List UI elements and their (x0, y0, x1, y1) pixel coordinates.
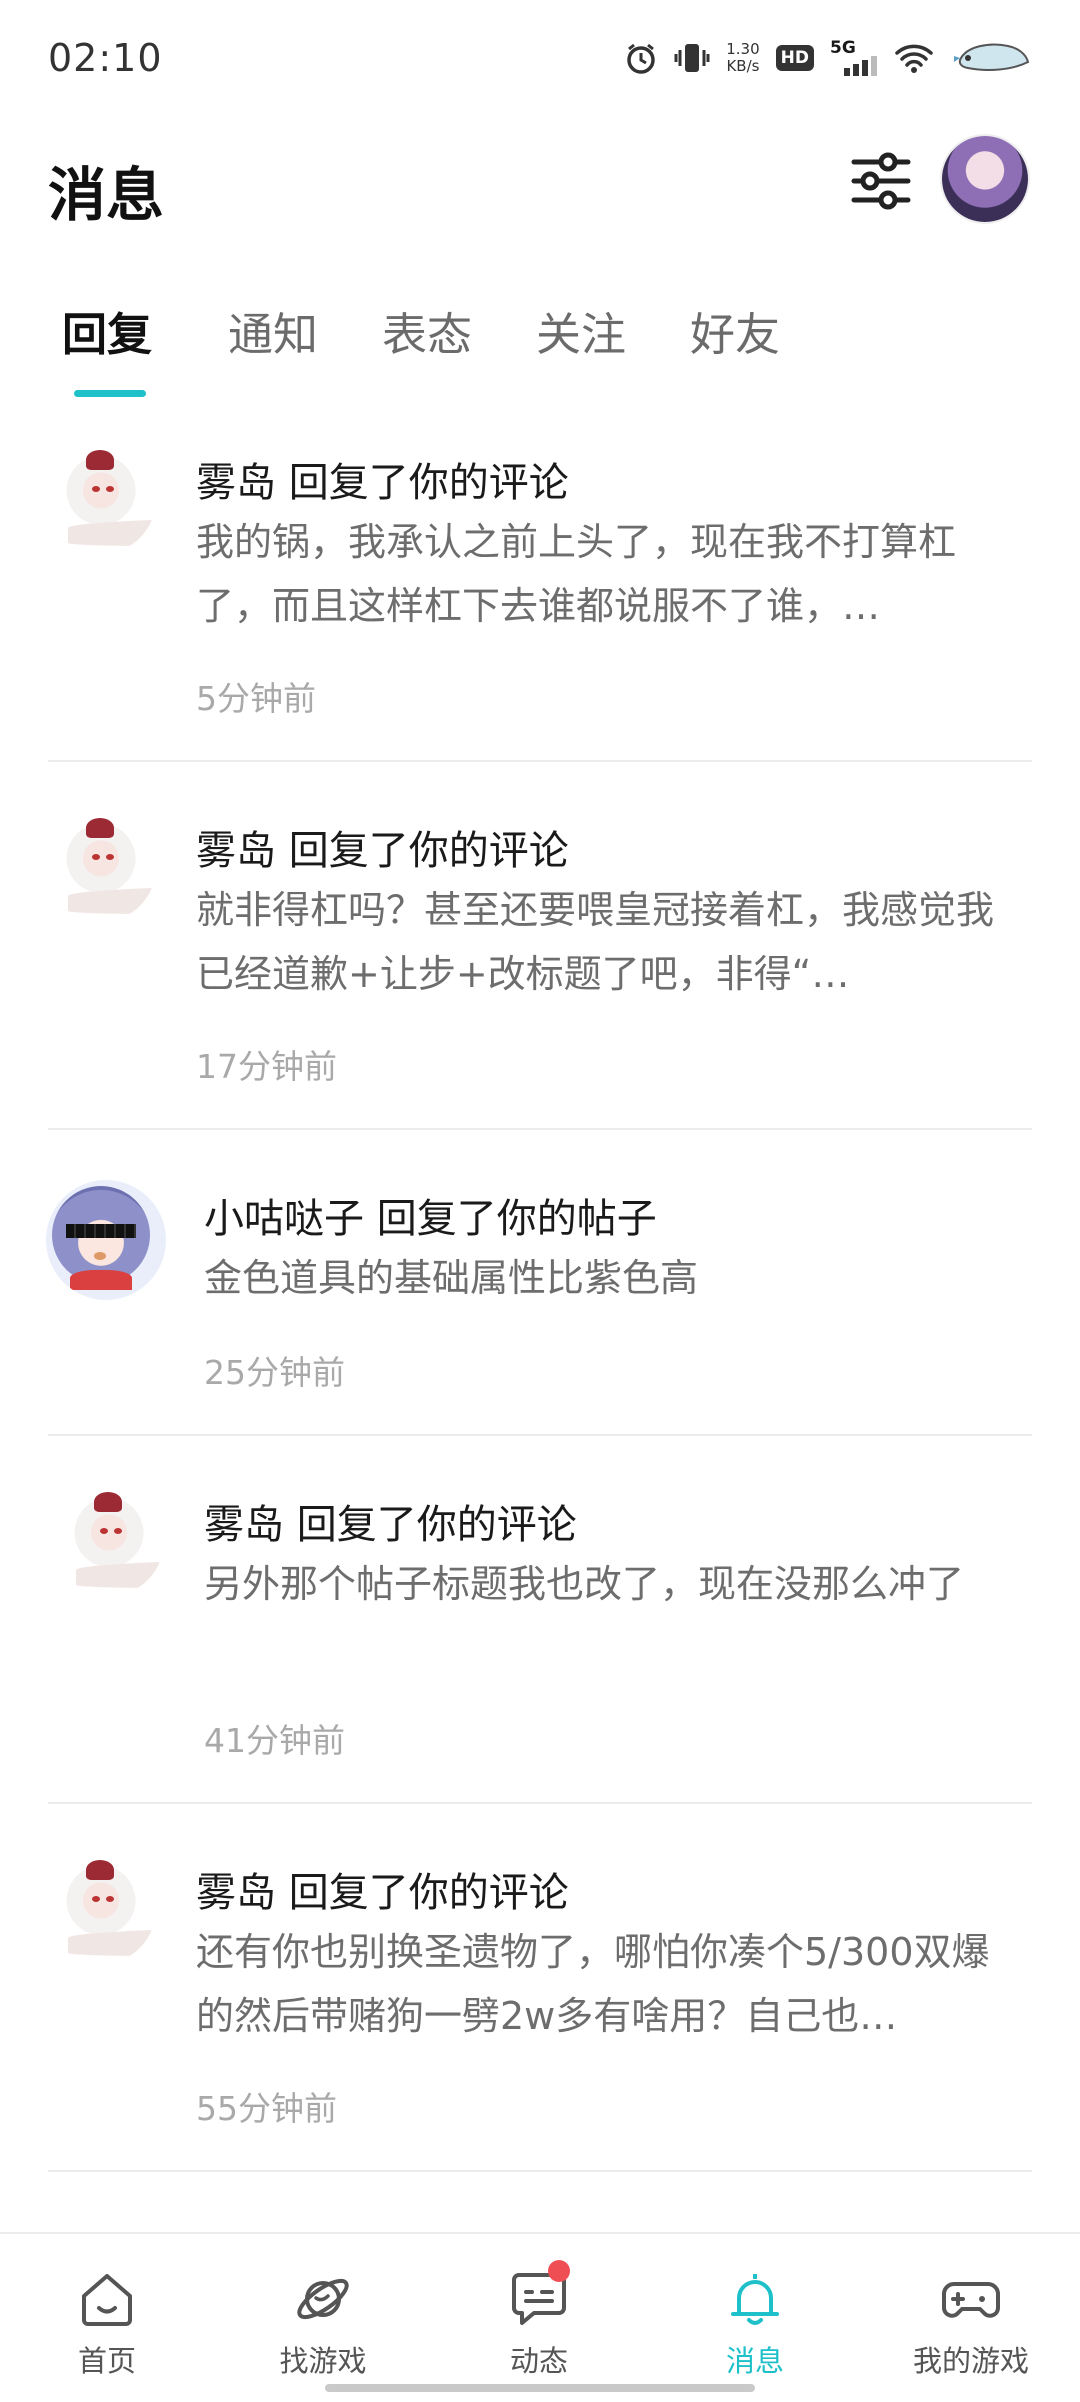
nav-messages-label: 消息 (725, 2344, 784, 2378)
avatar[interactable] (46, 812, 156, 922)
tab-reactions[interactable]: 表态 (382, 298, 472, 363)
message-body: 就非得杠吗？甚至还要喂皇冠接着杠，我感觉我已经道歉+让步+改标题了吧，非得“… (196, 888, 995, 996)
nav-my-games[interactable]: 我的游戏 (896, 2268, 1046, 2380)
divider (48, 1128, 1032, 1130)
bottom-nav: 首页 找游戏 动态 消息 我的游戏 (0, 2232, 1080, 2402)
divider (48, 1434, 1032, 1436)
planet-icon (297, 2278, 349, 2320)
hd-badge: HD (775, 45, 814, 71)
message-body: 我的锅，我承认之前上头了，现在我不打算杠了，而且这样杠下去谁都说服不了谁，… (196, 520, 957, 628)
message-time: 17分钟前 (196, 1047, 337, 1086)
sunglasses-icon (66, 1224, 136, 1238)
avatar[interactable] (46, 1854, 156, 1964)
bell-icon (731, 2274, 779, 2325)
nav-my-games-label: 我的游戏 (912, 2344, 1029, 2378)
nav-messages[interactable]: 消息 (680, 2268, 830, 2380)
sliders-icon (851, 152, 911, 210)
home-icon (82, 2274, 132, 2326)
avatar[interactable] (46, 1180, 166, 1300)
gamepad-icon (942, 2282, 1000, 2318)
avatar[interactable] (46, 444, 156, 554)
divider (48, 1802, 1032, 1804)
tab-follow[interactable]: 关注 (536, 298, 626, 363)
nav-find-games[interactable]: 找游戏 (248, 2268, 398, 2380)
nav-home[interactable]: 首页 (32, 2268, 182, 2380)
net-speed-unit: KB/s (726, 57, 760, 75)
message-time: 41分钟前 (204, 1721, 345, 1760)
message-title: 雾岛 回复了你的评论 (204, 1502, 577, 1548)
active-tab-indicator (74, 390, 146, 397)
nav-find-games-label: 找游戏 (279, 2344, 367, 2378)
message-body: 还有你也别换圣遗物了，哪怕你凑个5/300双爆的然后带赌狗一劈2w多有啥用？自己… (196, 1930, 990, 2038)
net-speed-value: 1.30 (726, 40, 760, 58)
message-time: 55分钟前 (196, 2089, 337, 2128)
message-title: 小咕哒子 回复了你的帖子 (204, 1196, 657, 1242)
home-indicator[interactable] (325, 2384, 755, 2392)
message-time: 25分钟前 (204, 1353, 345, 1392)
net-speed: 1.30 KB/s (726, 41, 759, 75)
tab-friends[interactable]: 好友 (690, 298, 780, 363)
page-title: 消息 (48, 161, 165, 229)
avatar[interactable] (54, 1486, 164, 1596)
message-title: 雾岛 回复了你的评论 (196, 460, 569, 506)
vibrate-icon (674, 41, 710, 75)
status-time: 02:10 (48, 36, 163, 80)
alarm-icon (624, 41, 658, 75)
battery-icon (950, 38, 1030, 78)
tab-reply[interactable]: 回复 (62, 298, 152, 363)
filter-settings-button[interactable] (848, 148, 914, 214)
nav-feed-label: 动态 (509, 2344, 568, 2378)
divider (48, 2170, 1032, 2172)
message-title: 雾岛 回复了你的评论 (196, 1870, 569, 1916)
nav-home-label: 首页 (77, 2344, 136, 2378)
divider (48, 760, 1032, 762)
tab-notice[interactable]: 通知 (228, 298, 318, 363)
network-type: 5G (830, 38, 856, 58)
status-bar: 02:10 1.30 KB/s HD 5G (0, 0, 1080, 118)
message-body: 金色道具的基础属性比紫色高 (204, 1256, 699, 1300)
wifi-icon (894, 42, 934, 74)
nav-feed[interactable]: 动态 (464, 2260, 614, 2380)
message-title: 雾岛 回复了你的评论 (196, 828, 569, 874)
signal-icon: 5G (830, 38, 878, 78)
header: 消息 (0, 118, 1080, 268)
unread-badge (548, 2260, 570, 2282)
message-time: 5分钟前 (196, 679, 316, 718)
message-body: 另外那个帖子标题我也改了，现在没那么冲了 (204, 1562, 965, 1606)
message-tabs: 回复 通知 表态 关注 好友 (0, 290, 1080, 400)
my-avatar[interactable] (942, 136, 1028, 222)
